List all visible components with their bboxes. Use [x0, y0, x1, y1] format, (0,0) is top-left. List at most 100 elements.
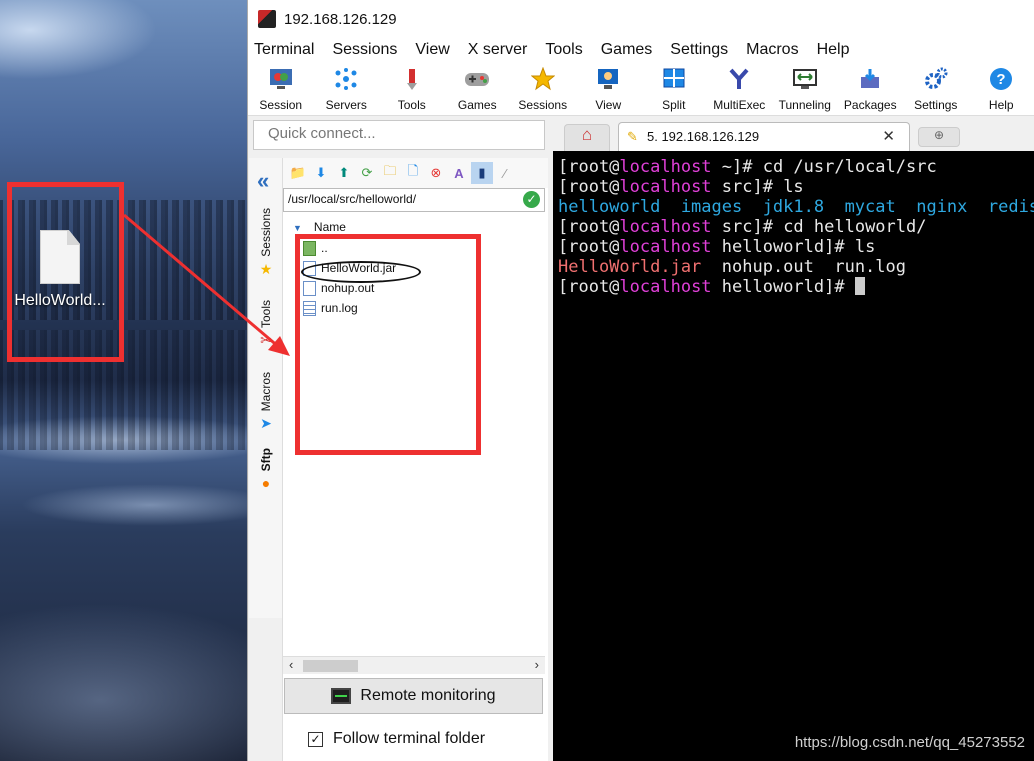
app-logo-icon [258, 10, 276, 28]
follow-checkbox[interactable]: ✓ [308, 731, 323, 747]
terminal-line: [root@localhost helloworld]# ls [558, 237, 1034, 257]
prompt-command: helloworld]# [711, 277, 855, 297]
split-icon [661, 66, 687, 92]
tools-icon [399, 66, 425, 92]
tab-tools-label: Tools [259, 300, 273, 329]
annotation-ellipse [301, 261, 421, 283]
svg-text:?: ? [997, 71, 1006, 88]
more-icon[interactable]: ⁄ [494, 162, 516, 184]
close-icon[interactable]: ✕ [882, 127, 895, 145]
terminal-line: [root@localhost ~]# cd /usr/local/src [558, 157, 1034, 177]
home-tab[interactable]: ⌂ [564, 124, 610, 151]
split-button[interactable]: Split [641, 62, 707, 115]
games-label: Games [457, 98, 497, 112]
servers-label: Servers [325, 98, 367, 112]
settings-button[interactable]: Settings [903, 62, 969, 115]
session-tab-bar: ⌂ ✎ 5. 192.168.126.129 ✕ ⊕ [548, 118, 1034, 151]
multiexec-icon [726, 66, 752, 92]
menu-macros[interactable]: Macros [746, 41, 798, 59]
session-tab[interactable]: ✎ 5. 192.168.126.129 ✕ [618, 122, 910, 151]
multiexec-button[interactable]: MultiExec [707, 62, 773, 115]
help-icon: ? [988, 66, 1014, 92]
column-header-name[interactable]: ▼ Name [293, 220, 346, 234]
tab-tools[interactable]: Tools ✂ [253, 300, 279, 349]
view-button[interactable]: View [576, 62, 642, 115]
home-icon: ⌂ [581, 125, 593, 144]
session-button[interactable]: Session [248, 62, 314, 115]
refresh-icon[interactable]: ⟳ [356, 162, 378, 184]
servers-button[interactable]: Servers [314, 62, 380, 115]
menu-settings[interactable]: Settings [670, 41, 728, 59]
path-ok-icon[interactable]: ✓ [523, 191, 540, 208]
session-tab-label: 5. 192.168.126.129 [647, 129, 760, 144]
annotation-box-desktop [7, 182, 124, 362]
games-icon [464, 66, 490, 92]
view-label: View [595, 98, 622, 112]
file-output: nohup.out run.log [701, 257, 906, 277]
paper-plane-icon: ➤ [260, 415, 272, 432]
desktop-background: HelloWorld... [0, 0, 247, 761]
horizontal-scrollbar[interactable]: ‹ › [283, 656, 545, 674]
tab-sftp[interactable]: Sftp ● [253, 448, 279, 491]
remote-monitoring-button[interactable]: Remote monitoring [284, 678, 543, 714]
scroll-left-icon[interactable]: ‹ [289, 657, 293, 672]
tab-sessions[interactable]: Sessions ★ [253, 208, 279, 278]
left-panel: Quick connect... « Sessions ★ Tools ✂ Ma… [248, 118, 548, 761]
prompt-command: src]# ls [711, 177, 804, 197]
menu-terminal[interactable]: Terminal [254, 41, 314, 59]
upload-icon[interactable]: ⬆ [333, 162, 355, 184]
side-tab-strip: « Sessions ★ Tools ✂ Macros ➤ Sftp ● [249, 158, 283, 618]
menu-help[interactable]: Help [817, 41, 850, 59]
prompt-host: localhost [619, 217, 712, 237]
new-tab-button[interactable]: ⊕ [918, 127, 960, 147]
multiexec-label: MultiExec [713, 98, 766, 112]
games-button[interactable]: Games [445, 62, 511, 115]
scroll-right-icon[interactable]: › [535, 657, 539, 672]
help-button[interactable]: ? Help [969, 62, 1034, 115]
tab-sftp-label: Sftp [259, 448, 273, 472]
watermark: https://blog.csdn.net/qq_45273552 [794, 734, 1025, 751]
menu-view[interactable]: View [415, 41, 449, 59]
prompt-command: ~]# cd /usr/local/src [711, 157, 937, 177]
sftp-path-bar[interactable]: /usr/local/src/helloworld/ ✓ [283, 188, 545, 212]
tools-button[interactable]: Tools [379, 62, 445, 115]
prompt-user: [root@ [558, 237, 620, 257]
split-label: Split [662, 98, 686, 112]
new-file-icon[interactable]: 🗋 [402, 162, 424, 184]
tunneling-label: Tunneling [778, 98, 831, 112]
terminal-cursor [854, 277, 865, 295]
delete-icon[interactable]: ⊗ [425, 162, 447, 184]
terminal-line: [root@localhost src]# ls [558, 177, 1034, 197]
collapse-panel-icon[interactable]: « [257, 168, 269, 194]
terminal-tab-icon: ✎ [627, 129, 638, 144]
permissions-icon[interactable]: ▮ [471, 162, 493, 184]
prompt-command: helloworld]# ls [711, 237, 876, 257]
tab-macros[interactable]: Macros ➤ [253, 372, 279, 432]
new-tab-icon: ⊕ [933, 128, 945, 142]
terminal-output[interactable]: [root@localhost ~]# cd /usr/local/src [r… [553, 151, 1034, 761]
rename-icon[interactable]: A [448, 162, 470, 184]
packages-label: Packages [843, 98, 897, 112]
download-icon[interactable]: ⬇ [310, 162, 332, 184]
menu-tools[interactable]: Tools [545, 41, 582, 59]
scroll-thumb[interactable] [303, 660, 358, 672]
tunneling-button[interactable]: Tunneling [772, 62, 838, 115]
view-icon [595, 66, 621, 92]
main-toolbar: Session Servers Tools Games Sessions Vie… [248, 62, 1034, 116]
parent-folder-icon[interactable]: 📁 [287, 162, 309, 184]
menu-xserver[interactable]: X server [468, 41, 528, 59]
packages-button[interactable]: Packages [838, 62, 904, 115]
sessions-button[interactable]: Sessions [510, 62, 576, 115]
terminal-line: [root@localhost helloworld]# [558, 277, 1034, 297]
tab-macros-label: Macros [259, 372, 273, 412]
quick-connect-input[interactable]: Quick connect... [253, 120, 545, 150]
sessions-label: Sessions [518, 98, 568, 112]
new-folder-icon[interactable]: 🗀 [379, 162, 401, 184]
session-icon [268, 66, 294, 92]
sftp-path: /usr/local/src/helloworld/ [288, 192, 417, 206]
menu-games[interactable]: Games [601, 41, 653, 59]
menu-sessions[interactable]: Sessions [332, 41, 397, 59]
packages-icon [857, 66, 883, 92]
prompt-host: localhost [619, 177, 712, 197]
follow-terminal-folder[interactable]: ✓ Follow terminal folder [308, 730, 485, 748]
